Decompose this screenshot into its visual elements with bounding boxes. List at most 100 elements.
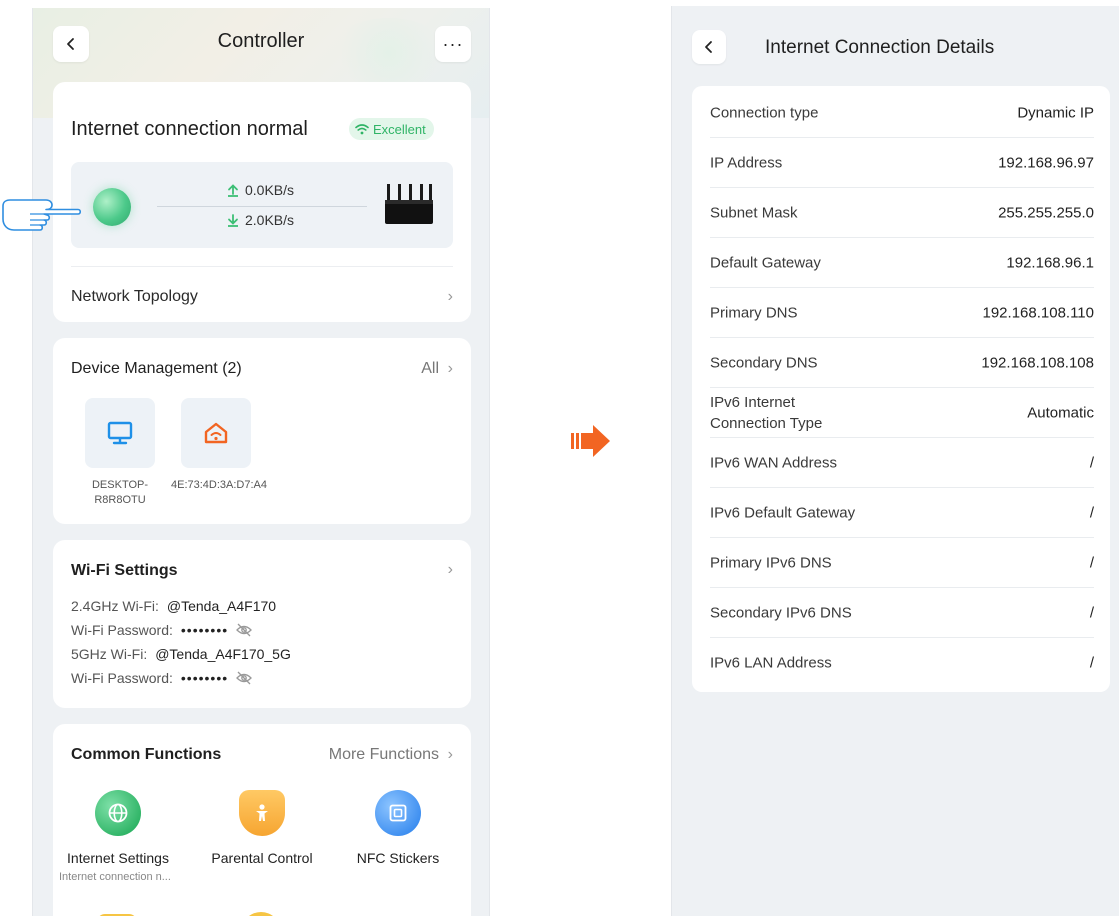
partial-function-icon[interactable] [241,912,281,916]
more-functions-link[interactable]: More Functions › [303,746,453,764]
wifi-24-ssid: @Tenda_A4F170 [166,598,277,614]
download-arrow-icon [228,213,238,227]
card-divider [71,266,453,267]
more-dots-icon: ··· [442,34,464,54]
device-management-title: Device Management (2) [71,360,242,377]
detail-label: IPv6 Default Gateway [710,504,856,521]
device-all-link[interactable]: All › [393,360,453,378]
device-tile-smart-home[interactable] [181,398,251,468]
globe-icon [108,803,128,823]
detail-label: IP Address [710,154,783,171]
smart-home-icon [204,422,228,444]
network-topology-link[interactable]: Network Topology › [71,288,453,306]
wifi-icon [355,124,369,135]
parental-control-button[interactable] [239,790,285,836]
detail-label: IPv6 Internet Connection Type [710,392,822,434]
nfc-stickers-button[interactable] [375,790,421,836]
pointing-hand-icon [2,199,82,231]
chevron-right-icon: › [447,360,453,377]
download-speed-value: 2.0KB/s [245,212,295,228]
detail-label: IPv6 LAN Address [710,654,832,672]
download-speed: 2.0KB/s [227,212,294,228]
detail-label: Connection type [710,104,819,121]
detail-value: / [1089,504,1094,521]
wifi-password-mask: •••••••• [180,670,229,686]
quality-badge-label: Excellent [373,121,426,137]
nfc-stickers-label: NFC Stickers [356,850,440,866]
chevron-right-icon: › [447,288,453,305]
device-label-desktop: DESKTOP-R8R8OTU [91,479,149,506]
chevron-right-icon: › [447,746,453,763]
wifi-password-mask: •••••••• [180,622,229,638]
detail-row-ipv6-default-gateway: IPv6 Default Gateway / [710,488,1094,538]
network-topology-label: Network Topology [71,288,198,305]
eye-hidden-icon[interactable] [236,623,253,637]
detail-row-ipv6-connection-type: IPv6 Internet Connection Type Automatic [710,388,1094,438]
detail-value: 192.168.96.97 [998,154,1094,171]
detail-row-secondary-ipv6-dns: Secondary IPv6 DNS / [710,588,1094,638]
detail-value: / [1089,454,1094,471]
eye-hidden-icon[interactable] [236,671,253,685]
internet-settings-label: Internet Settings [67,850,169,866]
detail-value: 255.255.255.0 [998,204,1094,221]
internet-settings-subtext: Internet connection n... [59,871,171,883]
detail-label: Default Gateway [710,254,821,271]
upload-arrow-icon [228,183,238,197]
internet-status-text: Internet connection normal [71,118,308,140]
internet-globe-icon[interactable] [93,188,131,226]
parental-control-label: Parental Control [211,850,313,866]
detail-row-secondary-dns: Secondary DNS 192.168.108.108 [710,338,1094,388]
detail-row-primary-dns: Primary DNS 192.168.108.110 [710,288,1094,338]
detail-label: Secondary IPv6 DNS [710,604,852,621]
wifi-5-row: 5GHz Wi-Fi: @Tenda_A4F170_5G [71,646,291,662]
connection-details-list: Connection type Dynamic IP IP Address 19… [692,86,1110,692]
detail-row-ipv6-wan-address: IPv6 WAN Address / [710,438,1094,488]
traffic-panel[interactable]: 0.0KB/s 2.0KB/s [71,162,453,248]
detail-value: / [1089,604,1094,621]
wifi-5-ssid: @Tenda_A4F170_5G [155,646,291,662]
upload-speed-value: 0.0KB/s [245,182,295,198]
chevron-left-icon [705,41,712,53]
wifi-5-password-row: Wi-Fi Password: •••••••• [71,670,253,686]
detail-value: Dynamic IP [1017,104,1094,121]
nfc-icon [389,804,407,822]
detail-row-ipv6-lan-address: IPv6 LAN Address / [710,638,1094,688]
monitor-icon [107,421,133,445]
device-all-label: All [421,360,439,377]
chevron-right-icon: › [447,561,453,578]
wifi-settings-card[interactable]: Wi-Fi Settings › 2.4GHz Wi-Fi: @Tenda_A4… [53,540,471,708]
child-shield-icon [256,804,268,821]
router-icon[interactable] [383,180,435,228]
detail-value: 192.168.108.110 [982,304,1095,321]
detail-row-primary-ipv6-dns: Primary IPv6 DNS / [710,538,1094,588]
controller-screen: Controller ··· Internet connection norma… [32,8,490,916]
wifi-settings-title: Wi-Fi Settings [71,562,178,579]
more-options-button[interactable]: ··· [435,26,471,62]
wifi-24-password-row: Wi-Fi Password: •••••••• [71,622,253,638]
connection-line [157,206,367,207]
detail-label: Primary IPv6 DNS [710,554,832,571]
device-label-smart-home: 4E:73:4D:3A:D7:A4 [171,479,268,491]
detail-row-subnet-mask: Subnet Mask 255.255.255.0 [710,188,1094,238]
transition-arrow-icon [571,425,610,457]
detail-label-line: Connection Type [710,414,823,432]
page-title: Controller [217,30,305,52]
back-button[interactable] [692,30,726,64]
wifi-24-row: 2.4GHz Wi-Fi: @Tenda_A4F170 [71,598,276,614]
quality-badge: Excellent [349,118,434,140]
detail-value: 192.168.108.108 [981,354,1094,371]
detail-value: / [1089,554,1094,571]
wifi-24-label: 2.4GHz Wi-Fi: [71,598,159,614]
wifi-password-label: Wi-Fi Password: [71,622,173,638]
wifi-5-label: 5GHz Wi-Fi: [71,646,148,662]
device-tile-desktop[interactable] [85,398,155,468]
common-functions-card: Common Functions More Functions › Intern… [53,724,471,916]
internet-settings-button[interactable] [95,790,141,836]
detail-row-ip-address: IP Address 192.168.96.97 [710,138,1094,188]
detail-value: Automatic [1027,404,1094,421]
upload-speed: 0.0KB/s [227,182,294,198]
detail-label: IPv6 WAN Address [710,454,837,471]
detail-label: Primary DNS [710,304,798,321]
common-functions-title: Common Functions [71,746,222,763]
detail-label: Secondary DNS [710,354,818,371]
